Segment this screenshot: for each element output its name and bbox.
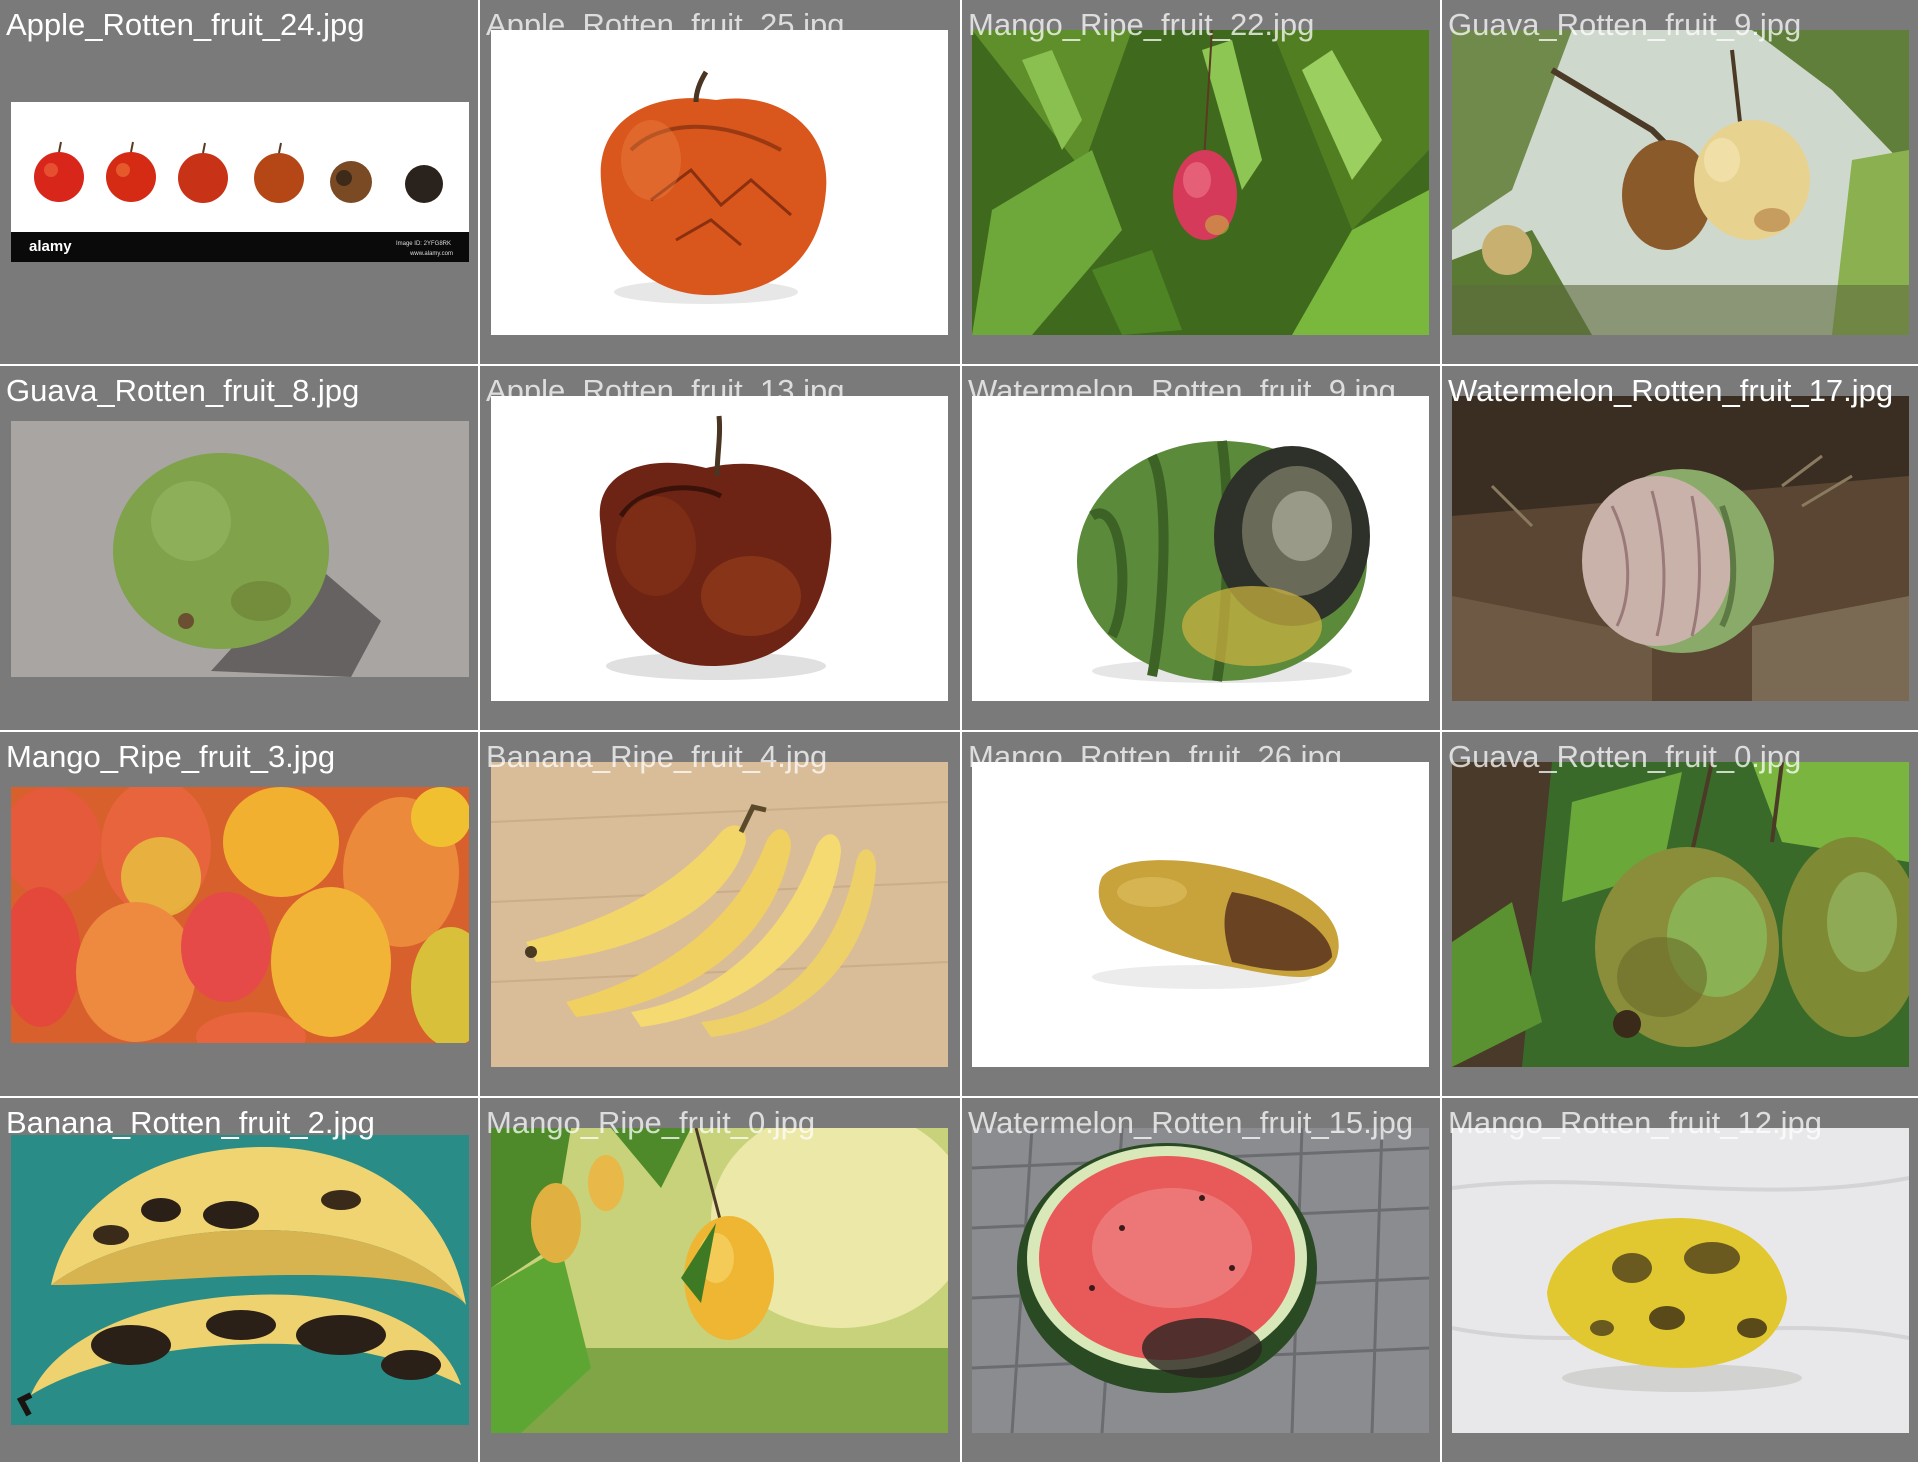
grid-cell-11[interactable]: Mango_Rotten_fruit_26.jpg bbox=[962, 732, 1442, 1098]
image-filename: Guava_Rotten_fruit_8.jpg bbox=[6, 373, 360, 408]
thumbnail-image bbox=[972, 762, 1429, 1067]
grid-cell-2[interactable]: Apple_Rotten_fruit_25.jpg bbox=[480, 0, 962, 366]
grid-cell-8[interactable]: Watermelon_Rotten_fruit_17.jpg bbox=[1442, 366, 1920, 732]
image-filename: Mango_Rotten_fruit_26.jpg bbox=[968, 739, 1342, 774]
thumbnail-image bbox=[491, 396, 948, 701]
thumbnail-image bbox=[11, 787, 469, 1043]
thumbnail-image bbox=[1452, 396, 1909, 701]
grid-cell-9[interactable]: Mango_Ripe_fruit_3.jpg bbox=[0, 732, 480, 1098]
image-filename: Watermelon_Rotten_fruit_9.jpg bbox=[968, 373, 1396, 408]
grid-cell-14[interactable]: Mango_Ripe_fruit_0.jpg bbox=[480, 1098, 962, 1464]
watermark-url: www.alamy.com bbox=[410, 251, 453, 257]
thumbnail-image bbox=[1452, 1128, 1909, 1433]
thumbnail-image bbox=[491, 30, 948, 335]
image-filename: Watermelon_Rotten_fruit_17.jpg bbox=[1448, 373, 1894, 408]
grid-cell-10[interactable]: Banana_Ripe_fruit_4.jpg bbox=[480, 732, 962, 1098]
thumbnail-image bbox=[972, 1128, 1429, 1433]
thumbnail-image bbox=[972, 30, 1429, 335]
image-filename: Mango_Ripe_fruit_0.jpg bbox=[486, 1105, 816, 1140]
image-filename: Guava_Rotten_fruit_0.jpg bbox=[1448, 739, 1802, 774]
watermark-logo: alamy bbox=[29, 238, 72, 255]
thumbnail-image bbox=[11, 421, 469, 677]
grid-cell-6[interactable]: Apple_Rotten_fruit_13.jpg bbox=[480, 366, 962, 732]
grid-cell-3[interactable]: Mango_Ripe_fruit_22.jpg bbox=[962, 0, 1442, 366]
grid-cell-15[interactable]: Watermelon_Rotten_fruit_15.jpg bbox=[962, 1098, 1442, 1464]
image-filename: Banana_Ripe_fruit_4.jpg bbox=[486, 739, 828, 774]
thumbnail-image bbox=[1452, 30, 1909, 335]
image-filename: Watermelon_Rotten_fruit_15.jpg bbox=[968, 1105, 1414, 1140]
image-filename: Mango_Ripe_fruit_22.jpg bbox=[968, 7, 1315, 42]
image-filename: Apple_Rotten_fruit_25.jpg bbox=[486, 7, 845, 42]
thumbnail-image bbox=[11, 1135, 469, 1425]
image-filename: Guava_Rotten_fruit_9.jpg bbox=[1448, 7, 1802, 42]
image-filename: Apple_Rotten_fruit_24.jpg bbox=[6, 7, 365, 42]
thumbnail-image bbox=[972, 396, 1429, 701]
image-filename: Mango_Ripe_fruit_3.jpg bbox=[6, 739, 336, 774]
grid-cell-1[interactable]: alamy Image ID: 2YFG8RK www.alamy.com Ap… bbox=[0, 0, 480, 366]
thumbnail-image bbox=[1452, 762, 1909, 1067]
image-filename: Apple_Rotten_fruit_13.jpg bbox=[486, 373, 845, 408]
image-filename: Mango_Rotten_fruit_12.jpg bbox=[1448, 1105, 1822, 1140]
grid-cell-13[interactable]: Banana_Rotten_fruit_2.jpg bbox=[0, 1098, 480, 1464]
grid-cell-5[interactable]: Guava_Rotten_fruit_8.jpg bbox=[0, 366, 480, 732]
grid-cell-12[interactable]: Guava_Rotten_fruit_0.jpg bbox=[1442, 732, 1920, 1098]
grid-cell-16[interactable]: Mango_Rotten_fruit_12.jpg bbox=[1442, 1098, 1920, 1464]
image-filename: Banana_Rotten_fruit_2.jpg bbox=[6, 1105, 375, 1140]
grid-cell-4[interactable]: Guava_Rotten_fruit_9.jpg bbox=[1442, 0, 1920, 366]
thumbnail-image bbox=[491, 762, 948, 1067]
image-grid: alamy Image ID: 2YFG8RK www.alamy.com Ap… bbox=[0, 0, 1920, 1464]
grid-cell-7[interactable]: Watermelon_Rotten_fruit_9.jpg bbox=[962, 366, 1442, 732]
watermark-image-id: Image ID: 2YFG8RK bbox=[395, 241, 451, 247]
thumbnail-image: alamy Image ID: 2YFG8RK www.alamy.com bbox=[11, 102, 469, 262]
thumbnail-image bbox=[491, 1128, 948, 1433]
